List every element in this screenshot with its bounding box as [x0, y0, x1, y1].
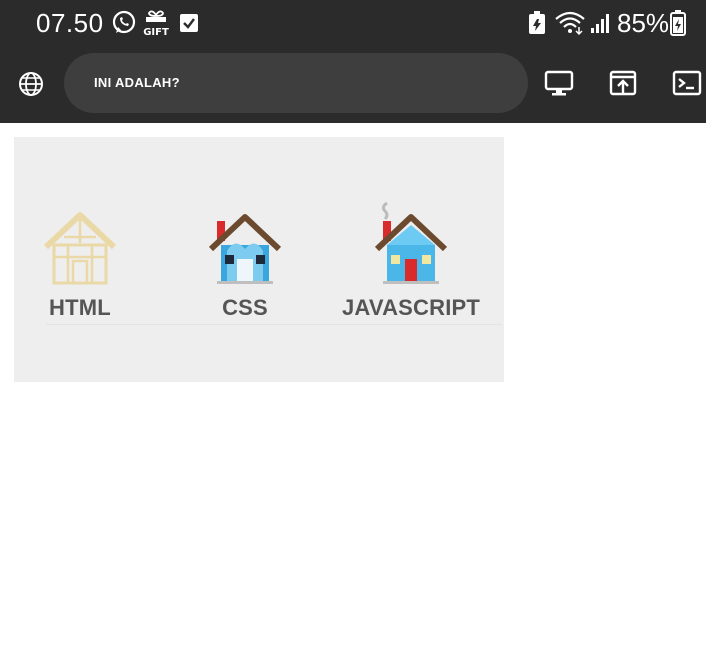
- content-panel: HTML CSS JAVASCRIPT: [14, 137, 504, 382]
- battery-icon: [670, 10, 686, 41]
- tab-css-label: CSS: [222, 295, 268, 320]
- tab-css[interactable]: CSS: [170, 197, 320, 327]
- terminal-icon[interactable]: [672, 68, 702, 98]
- desktop-icon[interactable]: [544, 68, 574, 98]
- tab-html-label: HTML: [49, 295, 111, 320]
- house-blue-icon: [170, 197, 320, 287]
- house-chimney-smoke-icon: [336, 197, 486, 287]
- whatsapp-icon: [111, 10, 137, 41]
- tab-html[interactable]: HTML: [5, 197, 155, 327]
- globe-icon[interactable]: [17, 70, 45, 98]
- checkbox-icon: [179, 13, 199, 38]
- wifi-icon: [554, 10, 588, 41]
- gift-icon: GIFT: [143, 9, 169, 42]
- svg-text:GIFT: GIFT: [143, 27, 169, 37]
- address-bar[interactable]: INI ADALAH?: [64, 53, 528, 113]
- signal-icon: [590, 12, 612, 39]
- status-time: 07.50: [36, 8, 104, 38]
- battery-saver-icon: [528, 11, 546, 40]
- tab-javascript-label: JAVASCRIPT: [341, 295, 481, 320]
- status-bar: 07.50 GIFT 85%: [0, 0, 706, 44]
- house-frame-icon: [5, 197, 155, 287]
- battery-percent: 85%: [617, 8, 670, 38]
- address-bar-text: INI ADALAH?: [94, 75, 180, 90]
- browser-toolbar: INI ADALAH?: [0, 44, 706, 123]
- open-tab-icon[interactable]: [608, 68, 638, 98]
- tab-javascript[interactable]: JAVASCRIPT: [336, 197, 486, 327]
